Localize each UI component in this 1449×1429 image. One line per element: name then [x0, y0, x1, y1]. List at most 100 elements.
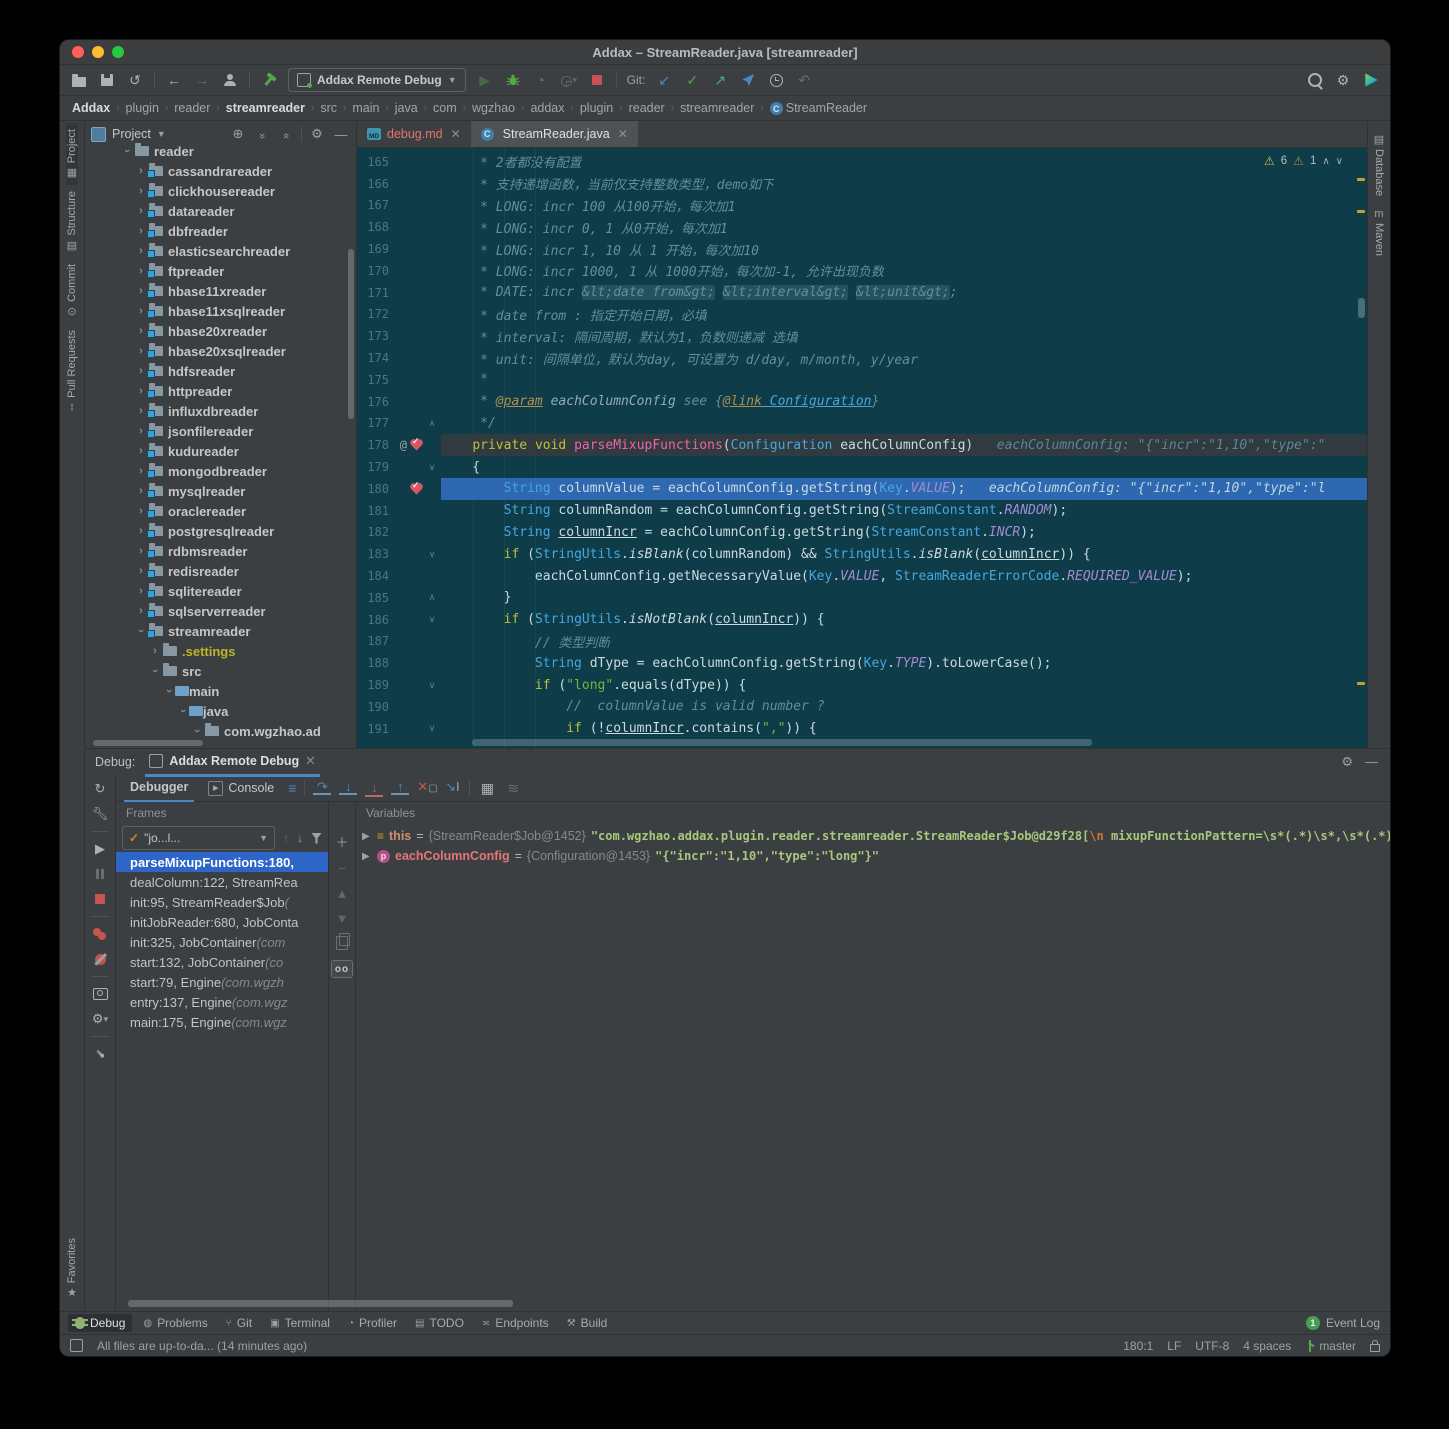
stack-frame-row[interactable]: init:95, StreamReader$Job ( [116, 892, 328, 912]
status-frame-icon[interactable] [70, 1339, 83, 1352]
tree-item[interactable]: ›rdbmsreader [85, 541, 356, 561]
tree-chevron-icon[interactable]: › [135, 205, 147, 217]
drop-frame-icon[interactable]: ✕▢ [417, 779, 435, 797]
fold-marker-icon[interactable]: ∨ [425, 549, 439, 560]
tree-item[interactable]: ›java [85, 701, 356, 721]
profiler-icon[interactable]: ◶▾ [560, 71, 578, 89]
close-tab-icon[interactable]: ✕ [451, 127, 461, 141]
breadcrumb-item[interactable]: java [395, 101, 418, 115]
stack-frame-row[interactable]: init:325, JobContainer (com [116, 932, 328, 952]
tree-item[interactable]: ›sqlserverreader [85, 601, 356, 621]
tree-chevron-icon[interactable]: › [135, 525, 147, 537]
move-watch-up-icon[interactable]: ▲ [334, 886, 350, 901]
breadcrumb-item[interactable]: plugin [580, 101, 613, 115]
tree-chevron-icon[interactable]: › [135, 465, 147, 477]
tool-stripe-pull-requests[interactable]: Pull Requests↕ [66, 324, 78, 419]
tree-chevron-icon[interactable]: › [135, 405, 147, 417]
tree-chevron-icon[interactable]: › [149, 645, 161, 657]
next-warning-icon[interactable]: ∨ [1336, 156, 1343, 167]
stack-frame-row[interactable]: start:79, Engine (com.wgzh [116, 972, 328, 992]
expand-all-icon[interactable]: » [253, 127, 271, 142]
git-cherry-pick-icon[interactable] [739, 71, 757, 89]
tree-chevron-icon[interactable]: › [135, 345, 147, 357]
tree-chevron-icon[interactable]: › [135, 425, 147, 437]
tree-item[interactable]: ›cassandrareader [85, 161, 356, 181]
stop-debug-icon[interactable] [92, 891, 108, 907]
editor-horizontal-scrollbar[interactable] [472, 739, 1092, 746]
debug-horizontal-scrollbar[interactable] [128, 1300, 513, 1307]
tool-window-tab-git[interactable]: ⑂Git [219, 1314, 259, 1332]
tool-stripe-favorites[interactable]: Favorites★ [66, 1232, 78, 1305]
rollback-icon[interactable]: ↶ [795, 71, 813, 89]
debug-minimize-icon[interactable]: — [1365, 754, 1378, 770]
breakpoint-icon[interactable]: ✓ [410, 439, 423, 451]
tree-item[interactable]: ›influxdbreader [85, 401, 356, 421]
event-log[interactable]: 1 Event Log [1306, 1316, 1380, 1330]
back-icon[interactable]: ← [165, 71, 183, 89]
tree-chevron-icon[interactable]: › [135, 225, 147, 237]
tool-window-tab-endpoints[interactable]: ≍Endpoints [475, 1314, 556, 1332]
thread-selector[interactable]: ✓ "jo...l... ▼ [122, 826, 275, 850]
layout-settings-icon[interactable]: ≋ [504, 779, 522, 797]
tree-item[interactable]: ›main [85, 681, 356, 701]
tree-chevron-icon[interactable]: › [135, 265, 147, 277]
tool-window-tab-todo[interactable]: ▤TODO [408, 1314, 471, 1332]
remove-watch-icon[interactable]: − [334, 861, 350, 876]
close-session-icon[interactable]: ✕ [305, 753, 315, 768]
step-into-icon[interactable]: ↓ [339, 781, 357, 795]
prev-warning-icon[interactable]: ∧ [1322, 156, 1329, 167]
tree-item[interactable]: ›src [85, 661, 356, 681]
stop-icon[interactable] [588, 71, 606, 89]
tree-item[interactable]: ›sqlitereader [85, 581, 356, 601]
tree-item[interactable]: ›hbase11xreader [85, 281, 356, 301]
tree-item[interactable]: ›mongodbreader [85, 461, 356, 481]
pin-icon[interactable]: ➟ [92, 1046, 108, 1062]
caret-position[interactable]: 180:1 [1123, 1339, 1153, 1353]
debugger-settings-gear-icon[interactable]: ⚙▾ [92, 1011, 108, 1027]
run-with-profile-icon[interactable] [221, 71, 239, 89]
fold-marker-icon[interactable]: ∧ [425, 418, 439, 429]
tree-chevron-icon[interactable]: › [135, 185, 147, 197]
git-commit-icon[interactable]: ✓ [683, 71, 701, 89]
more-tabs-icon[interactable]: ≡ [288, 780, 296, 796]
run-configuration-select[interactable]: Addax Remote Debug ▼ [288, 68, 466, 92]
tool-stripe-commit[interactable]: Commit⊙ [66, 258, 78, 324]
collapse-all-icon[interactable]: « [277, 127, 295, 142]
tree-chevron-icon[interactable]: › [135, 305, 147, 317]
tree-chevron-icon[interactable]: › [135, 365, 147, 377]
show-watches-icon[interactable]: oo [331, 960, 353, 978]
stack-frame-row[interactable]: parseMixupFunctions:180, [116, 852, 328, 872]
tree-item[interactable]: ›redisreader [85, 561, 356, 581]
search-everywhere-icon[interactable] [1306, 71, 1324, 89]
mute-breakpoints-icon[interactable] [92, 951, 108, 967]
tree-item[interactable]: ›hbase11xsqlreader [85, 301, 356, 321]
tree-item[interactable]: ›dbfreader [85, 221, 356, 241]
indent-style[interactable]: 4 spaces [1243, 1339, 1291, 1353]
stack-frame-row[interactable]: start:132, JobContainer (co [116, 952, 328, 972]
tree-chevron-icon[interactable]: › [135, 445, 147, 457]
tree-chevron-icon[interactable]: › [149, 665, 161, 677]
breadcrumb-item[interactable]: com [433, 101, 457, 115]
close-tab-icon[interactable]: ✕ [618, 127, 628, 141]
duplicate-watch-icon[interactable] [336, 936, 348, 950]
breadcrumb-item[interactable]: streamreader [226, 101, 305, 115]
save-icon[interactable] [98, 71, 116, 89]
tab-console[interactable]: ▶Console [202, 775, 280, 801]
git-push-icon[interactable]: ↗ [711, 71, 729, 89]
frame-up-icon[interactable]: ↑ [283, 831, 289, 845]
tree-chevron-icon[interactable]: › [135, 505, 147, 517]
tool-window-tab-debug[interactable]: Debug [68, 1314, 132, 1332]
breadcrumb-item[interactable]: plugin [126, 101, 159, 115]
tree-item[interactable]: ›ftpreader [85, 261, 356, 281]
tree-item[interactable]: ›com.wgzhao.ad [85, 721, 356, 741]
build-hammer-icon[interactable] [260, 71, 278, 89]
editor-scroll-strip[interactable] [1355, 148, 1367, 736]
tool-window-tab-terminal[interactable]: ▣Terminal [263, 1314, 337, 1332]
debug-session-tab[interactable]: Addax Remote Debug ✕ [145, 748, 319, 777]
tree-item[interactable]: ›mysqlreader [85, 481, 356, 501]
editor-tab[interactable]: CStreamReader.java✕ [471, 121, 638, 147]
breadcrumb-item[interactable]: streamreader [680, 101, 754, 115]
step-over-icon[interactable]: ↷ [313, 781, 331, 795]
tree-chevron-icon[interactable]: › [135, 245, 147, 257]
variable-row[interactable]: ▶peachColumnConfig = {Configuration@1453… [356, 846, 1390, 866]
